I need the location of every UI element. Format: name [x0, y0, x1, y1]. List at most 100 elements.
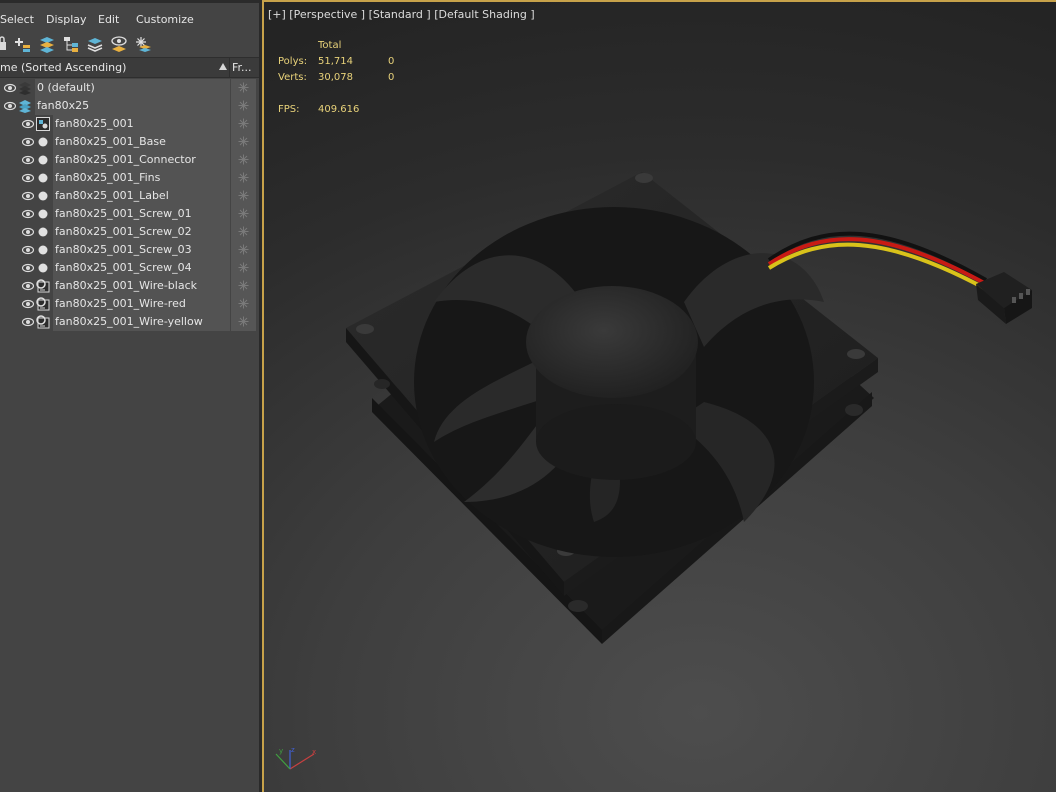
visibility-eye-icon[interactable]: [21, 155, 35, 165]
visibility-eye-icon[interactable]: [21, 299, 35, 309]
mesh-icon: [36, 225, 50, 239]
explorer-row[interactable]: fan80x25_001_Label: [0, 187, 259, 205]
frozen-column-header[interactable]: Fr...: [232, 61, 252, 74]
visibility-eye-icon[interactable]: [21, 191, 35, 201]
column-divider[interactable]: [229, 58, 230, 77]
explorer-row[interactable]: fan80x25_001_Screw_02: [0, 223, 259, 241]
viewport-label-menu[interactable]: [+] [Perspective ] [Standard ] [Default …: [268, 8, 535, 21]
spline-icon: [36, 279, 50, 293]
layer-stack-icon[interactable]: [86, 35, 104, 53]
row-label: fan80x25_001_Screw_01: [55, 207, 192, 220]
visibility-eye-icon[interactable]: [21, 227, 35, 237]
menu-customize[interactable]: Customize: [136, 13, 194, 26]
screw-hole: [847, 349, 865, 359]
menu-edit[interactable]: Edit: [98, 13, 119, 26]
mesh-icon: [36, 189, 50, 203]
explorer-row[interactable]: fan80x25: [0, 97, 259, 115]
mesh-icon: [36, 243, 50, 257]
stats-verts-label: Verts:: [278, 72, 307, 83]
lock-icon[interactable]: [0, 35, 10, 53]
layer-freeze-icon[interactable]: [134, 35, 152, 53]
explorer-row[interactable]: fan80x25_001_Wire-red: [0, 295, 259, 313]
spline-icon: [36, 315, 50, 329]
explorer-row[interactable]: fan80x25_001_Wire-yellow: [0, 313, 259, 331]
explorer-row[interactable]: fan80x25_001: [0, 115, 259, 133]
scene-explorer-panel: Select Display Edit Customize me (Sorted…: [0, 0, 259, 792]
freeze-snowflake-icon[interactable]: [231, 295, 256, 313]
group-icon: [36, 117, 50, 131]
stats-total-header: Total: [318, 40, 342, 51]
explorer-row[interactable]: fan80x25_001_Screw_04: [0, 259, 259, 277]
menu-display[interactable]: Display: [46, 13, 87, 26]
row-label: fan80x25_001_Wire-yellow: [55, 315, 203, 328]
visibility-eye-icon[interactable]: [21, 119, 35, 129]
row-label: fan80x25_001_Fins: [55, 171, 161, 184]
explorer-row[interactable]: fan80x25_001_Wire-black: [0, 277, 259, 295]
visibility-eye-icon[interactable]: [21, 245, 35, 255]
row-label: fan80x25_001_Wire-black: [55, 279, 197, 292]
freeze-snowflake-icon[interactable]: [231, 205, 256, 223]
add-icon[interactable]: [14, 35, 32, 53]
layers-icon[interactable]: [38, 35, 56, 53]
freeze-snowflake-icon[interactable]: [231, 79, 256, 97]
mesh-icon: [36, 153, 50, 167]
gizmo-x-label: x: [312, 748, 316, 756]
freeze-snowflake-icon[interactable]: [231, 169, 256, 187]
visibility-eye-icon[interactable]: [21, 137, 35, 147]
row-label: fan80x25_001_Screw_04: [55, 261, 192, 274]
name-column-header[interactable]: me (Sorted Ascending): [0, 61, 218, 74]
freeze-snowflake-icon[interactable]: [231, 133, 256, 151]
freeze-snowflake-icon[interactable]: [231, 115, 256, 133]
gizmo-y-label: y: [279, 747, 283, 755]
row-label: fan80x25_001: [55, 117, 134, 130]
visibility-eye-icon[interactable]: [21, 173, 35, 183]
freeze-snowflake-icon[interactable]: [231, 313, 256, 331]
mesh-icon: [36, 261, 50, 275]
freeze-snowflake-icon[interactable]: [231, 151, 256, 169]
hierarchy-icon[interactable]: [62, 35, 80, 53]
row-label: fan80x25_001_Connector: [55, 153, 196, 166]
freeze-snowflake-icon[interactable]: [231, 241, 256, 259]
gizmo-z-label: z: [291, 746, 295, 754]
sort-ascending-icon[interactable]: [219, 63, 227, 70]
stats-polys-label: Polys:: [278, 56, 308, 67]
menu-select[interactable]: Select: [0, 13, 34, 26]
fan-model-render[interactable]: [264, 2, 1056, 792]
explorer-row[interactable]: fan80x25_001_Screw_03: [0, 241, 259, 259]
visibility-eye-icon[interactable]: [21, 263, 35, 273]
row-label: fan80x25: [37, 99, 90, 112]
freeze-snowflake-icon[interactable]: [231, 223, 256, 241]
stats-verts-total: 30,078: [318, 72, 353, 83]
row-label: fan80x25_001_Base: [55, 135, 166, 148]
stats-polys-total: 51,714: [318, 56, 353, 67]
visibility-eye-icon[interactable]: [3, 83, 17, 93]
fan-hub: [526, 286, 698, 398]
explorer-row[interactable]: fan80x25_001_Screw_01: [0, 205, 259, 223]
visibility-eye-icon[interactable]: [21, 209, 35, 219]
explorer-row[interactable]: fan80x25_001_Base: [0, 133, 259, 151]
spline-icon: [36, 297, 50, 311]
axis-gizmo-icon: x z y: [275, 746, 316, 770]
mesh-icon: [36, 207, 50, 221]
row-label: fan80x25_001_Label: [55, 189, 169, 202]
freeze-snowflake-icon[interactable]: [231, 187, 256, 205]
explorer-row[interactable]: 0 (default): [0, 79, 259, 97]
row-label: fan80x25_001_Screw_03: [55, 243, 192, 256]
explorer-row[interactable]: fan80x25_001_Connector: [0, 151, 259, 169]
mesh-icon: [36, 171, 50, 185]
freeze-snowflake-icon[interactable]: [231, 259, 256, 277]
freeze-snowflake-icon[interactable]: [231, 97, 256, 115]
layer-visibility-icon[interactable]: [110, 35, 128, 53]
stats-fps-value: 409.616: [318, 104, 360, 115]
freeze-snowflake-icon[interactable]: [231, 277, 256, 295]
perspective-viewport[interactable]: [+] [Perspective ] [Standard ] [Default …: [264, 2, 1056, 792]
visibility-eye-icon[interactable]: [21, 317, 35, 327]
explorer-column-header: me (Sorted Ascending) Fr...: [0, 57, 259, 78]
stats-verts-selected: 0: [388, 72, 395, 83]
screw-hole: [635, 173, 653, 183]
row-label: fan80x25_001_Screw_02: [55, 225, 192, 238]
explorer-row[interactable]: fan80x25_001_Fins: [0, 169, 259, 187]
visibility-eye-icon[interactable]: [21, 281, 35, 291]
visibility-eye-icon[interactable]: [3, 101, 17, 111]
stats-fps-label: FPS:: [278, 104, 300, 115]
